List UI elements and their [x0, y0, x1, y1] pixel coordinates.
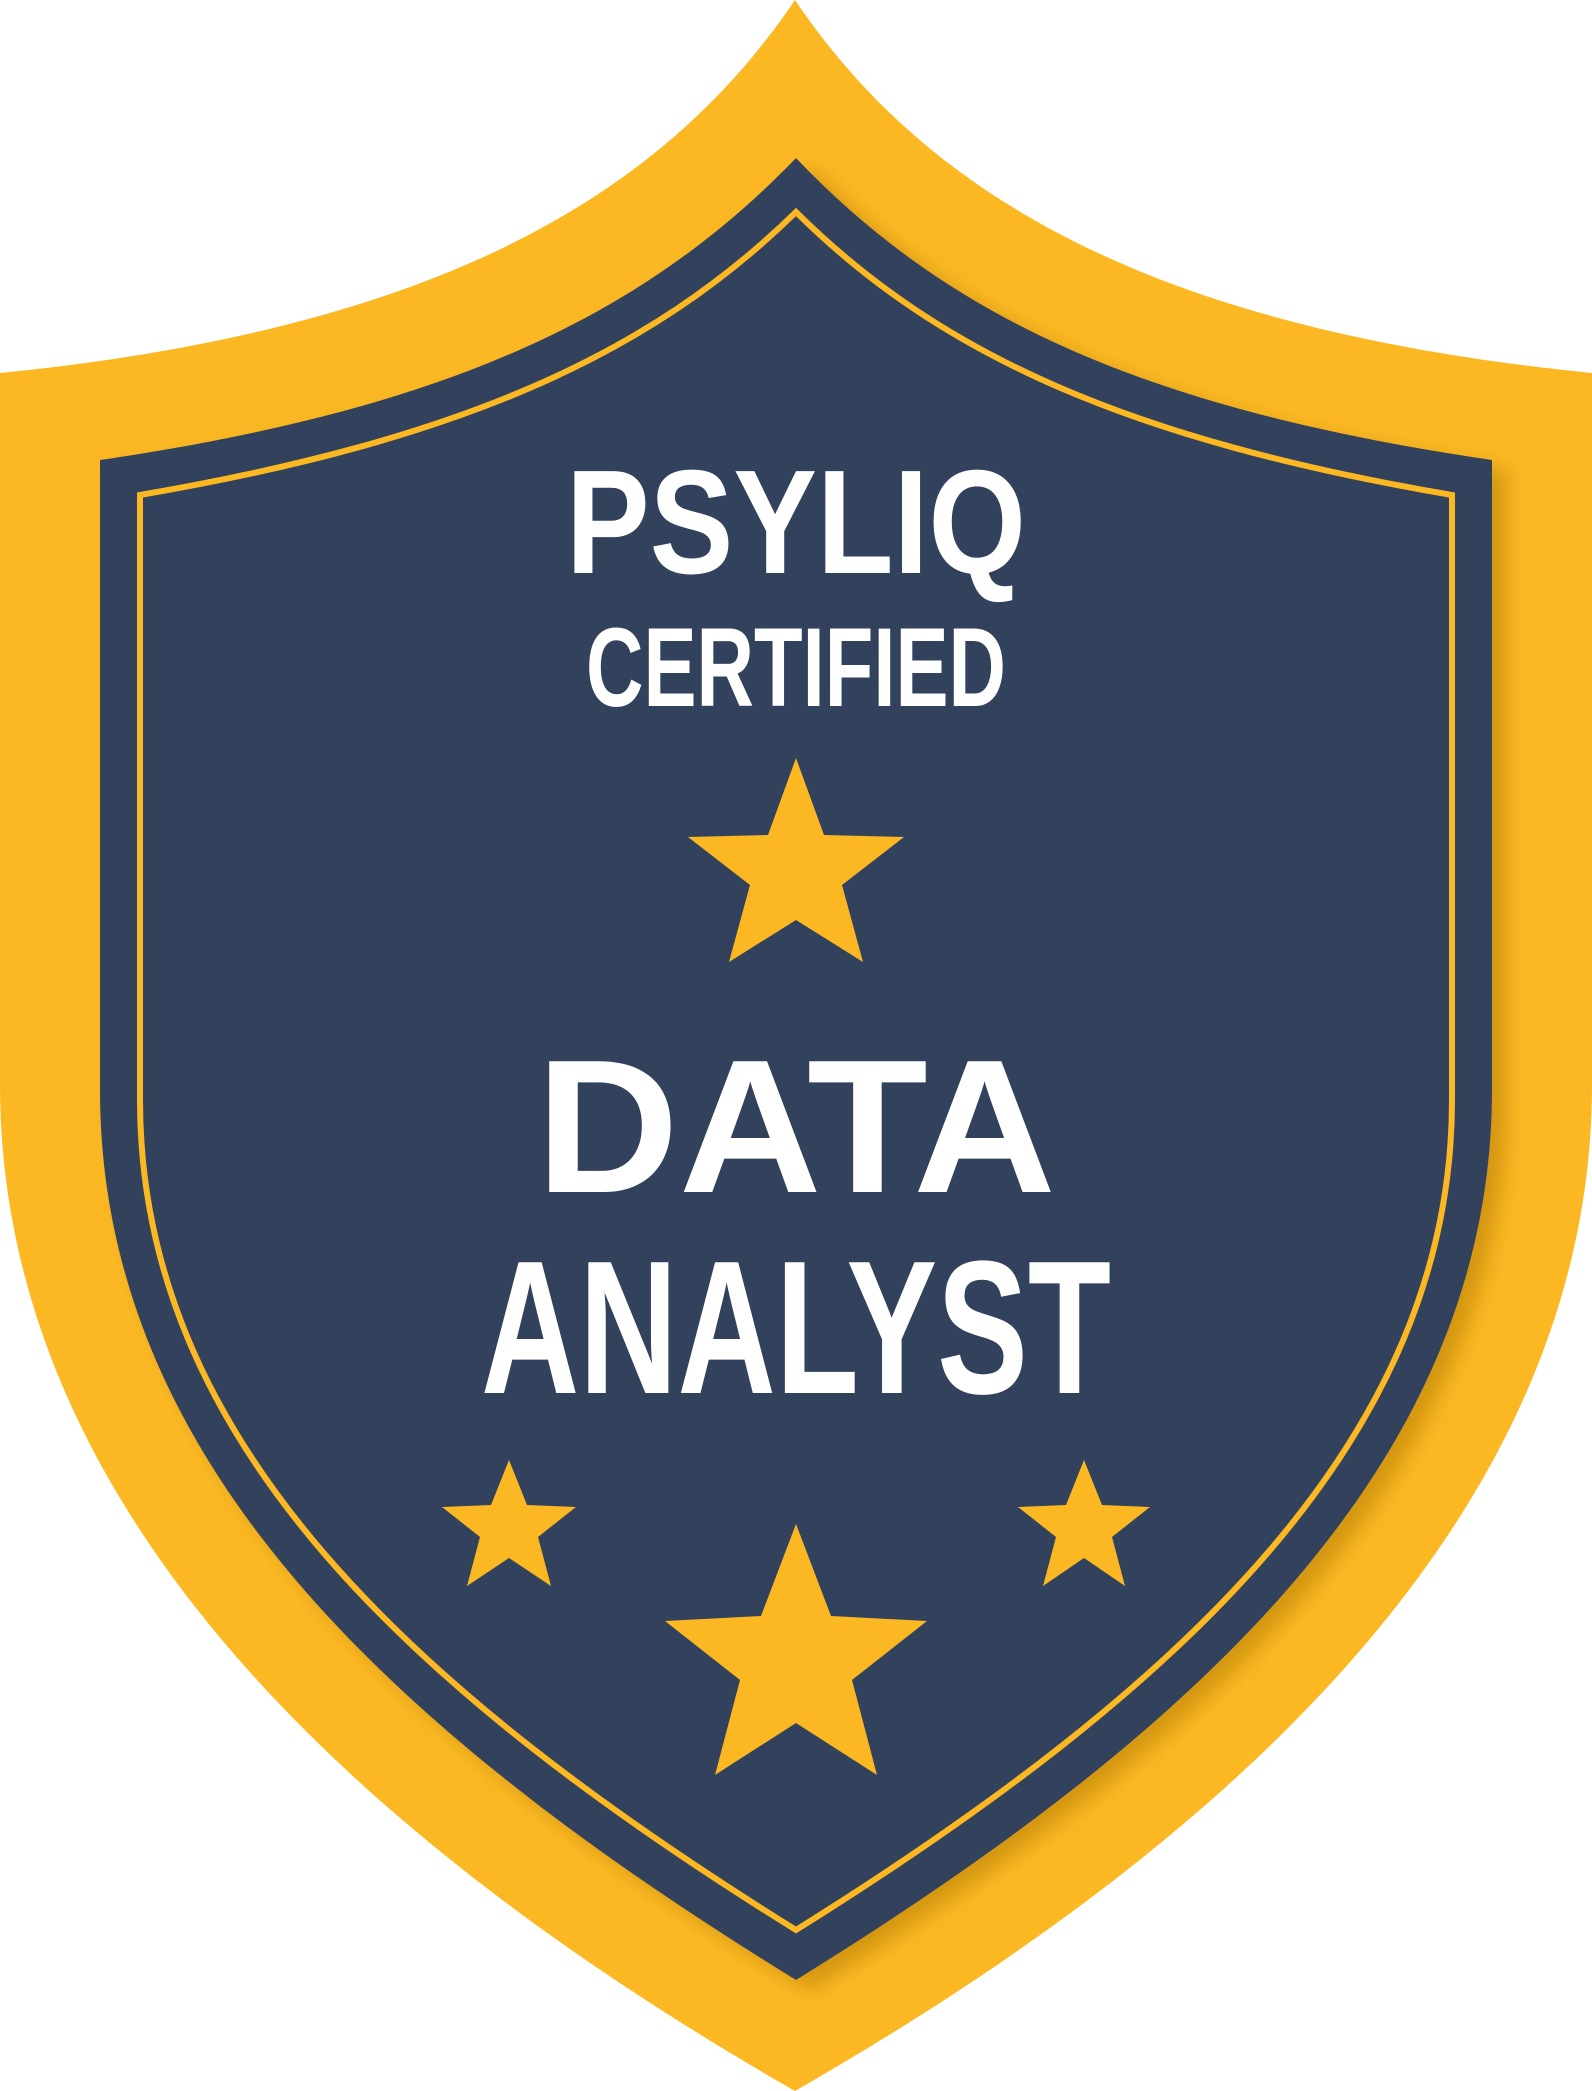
certified-label: CERTIFIED — [586, 605, 1006, 730]
certification-badge: PSYLIQ CERTIFIED DATA ANALYST — [0, 0, 1592, 2091]
brand-name: PSYLIQ — [566, 440, 1026, 605]
title-line-2: ANALYST — [481, 1222, 1111, 1434]
title-line-1: DATA — [536, 1021, 1056, 1233]
